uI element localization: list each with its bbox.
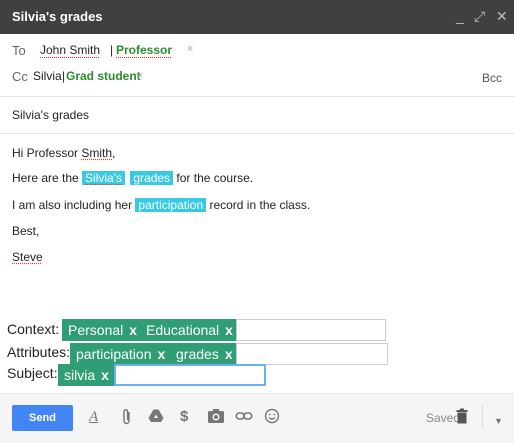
attributes-tag-row: participation x grades x bbox=[70, 343, 514, 365]
context-tag[interactable]: Educational x bbox=[140, 319, 239, 341]
cc-label: Cc bbox=[12, 69, 28, 84]
body-line-greeting[interactable]: Hi Professor Smith, bbox=[12, 146, 115, 160]
subject-tag-row: silvia x bbox=[58, 364, 508, 386]
body-text: Here are the bbox=[12, 171, 83, 185]
remove-cc-recipient-icon[interactable]: × bbox=[137, 71, 143, 82]
cc-recipient-name[interactable]: Silvia bbox=[33, 69, 62, 83]
remove-tag-icon[interactable]: x bbox=[101, 367, 109, 383]
toolbar-divider bbox=[482, 405, 483, 429]
compose-title: Silvia's grades bbox=[12, 9, 103, 24]
to-separator: | bbox=[110, 43, 114, 57]
body-line-grades[interactable]: Here are the Silvia's grades for the cou… bbox=[12, 170, 254, 186]
tag-label: Personal bbox=[68, 322, 124, 338]
body-line-signature[interactable]: Steve bbox=[12, 250, 43, 264]
highlighted-entity-participation[interactable]: participation bbox=[135, 198, 207, 212]
drive-icon[interactable] bbox=[148, 408, 164, 429]
context-tag-row: Personal x Educational x bbox=[62, 319, 514, 341]
compose-title-bar: Silvia's grades _ ⤢ ✕ bbox=[0, 0, 514, 34]
body-text: , bbox=[112, 146, 116, 160]
send-button[interactable]: Send bbox=[12, 405, 73, 431]
trash-icon[interactable] bbox=[456, 408, 468, 429]
emoji-icon[interactable] bbox=[264, 408, 280, 429]
tag-label: Educational bbox=[146, 322, 220, 338]
body-line-participation[interactable]: I am also including her participation re… bbox=[12, 198, 310, 212]
photo-icon[interactable] bbox=[207, 408, 225, 429]
remove-tag-icon[interactable]: x bbox=[225, 346, 233, 362]
body-text: Hi Professor bbox=[12, 146, 82, 160]
close-icon[interactable]: ✕ bbox=[496, 9, 508, 23]
misspelled-word[interactable]: Smith bbox=[81, 146, 112, 160]
context-input[interactable] bbox=[236, 319, 386, 341]
remove-tag-icon[interactable]: x bbox=[129, 322, 137, 338]
tag-label: silvia bbox=[64, 367, 96, 383]
remove-to-recipient-icon[interactable]: × bbox=[187, 43, 193, 55]
minimize-icon[interactable]: _ bbox=[456, 9, 464, 23]
money-icon[interactable]: $ bbox=[180, 408, 188, 426]
cc-recipient-role[interactable]: Grad student bbox=[66, 69, 141, 83]
cc-separator: | bbox=[62, 69, 66, 83]
attach-icon[interactable] bbox=[121, 408, 133, 431]
highlighted-entity-silvias[interactable]: Silvia's bbox=[81, 170, 127, 186]
subject-field[interactable]: Silvia's grades bbox=[12, 108, 89, 122]
format-text-icon[interactable]: A bbox=[89, 408, 98, 426]
to-recipient-name[interactable]: John Smith bbox=[40, 43, 100, 57]
attribute-tag[interactable]: grades x bbox=[170, 343, 239, 365]
body-text: for the course. bbox=[173, 171, 254, 185]
context-label: Context: bbox=[7, 321, 60, 337]
remove-tag-icon[interactable]: x bbox=[225, 322, 233, 338]
subject-tag[interactable]: silvia x bbox=[58, 364, 115, 386]
body-line-closing[interactable]: Best, bbox=[12, 224, 39, 238]
to-recipient-role[interactable]: Professor bbox=[116, 43, 172, 57]
subject-tag-input[interactable] bbox=[114, 364, 266, 386]
attribute-tag[interactable]: participation x bbox=[70, 343, 172, 365]
to-label: To bbox=[12, 43, 26, 58]
more-options-icon[interactable]: ▼ bbox=[494, 412, 503, 430]
attributes-input[interactable] bbox=[236, 343, 388, 365]
tag-label: participation bbox=[76, 346, 152, 362]
saved-status: Saved bbox=[426, 411, 461, 425]
expand-icon[interactable]: ⤢ bbox=[474, 9, 485, 23]
link-icon[interactable] bbox=[235, 408, 253, 429]
tag-label: grades bbox=[176, 346, 219, 362]
attributes-label: Attributes: bbox=[7, 344, 71, 360]
bcc-link[interactable]: Bcc bbox=[482, 71, 502, 85]
highlighted-entity-grades[interactable]: grades bbox=[130, 171, 174, 185]
remove-tag-icon[interactable]: x bbox=[158, 346, 166, 362]
divider bbox=[0, 96, 514, 97]
body-text: I am also including her bbox=[12, 198, 136, 212]
subject-tag-label: Subject: bbox=[7, 365, 58, 381]
context-tag[interactable]: Personal x bbox=[62, 319, 144, 341]
divider bbox=[0, 133, 514, 134]
body-text: record in the class. bbox=[206, 198, 311, 212]
